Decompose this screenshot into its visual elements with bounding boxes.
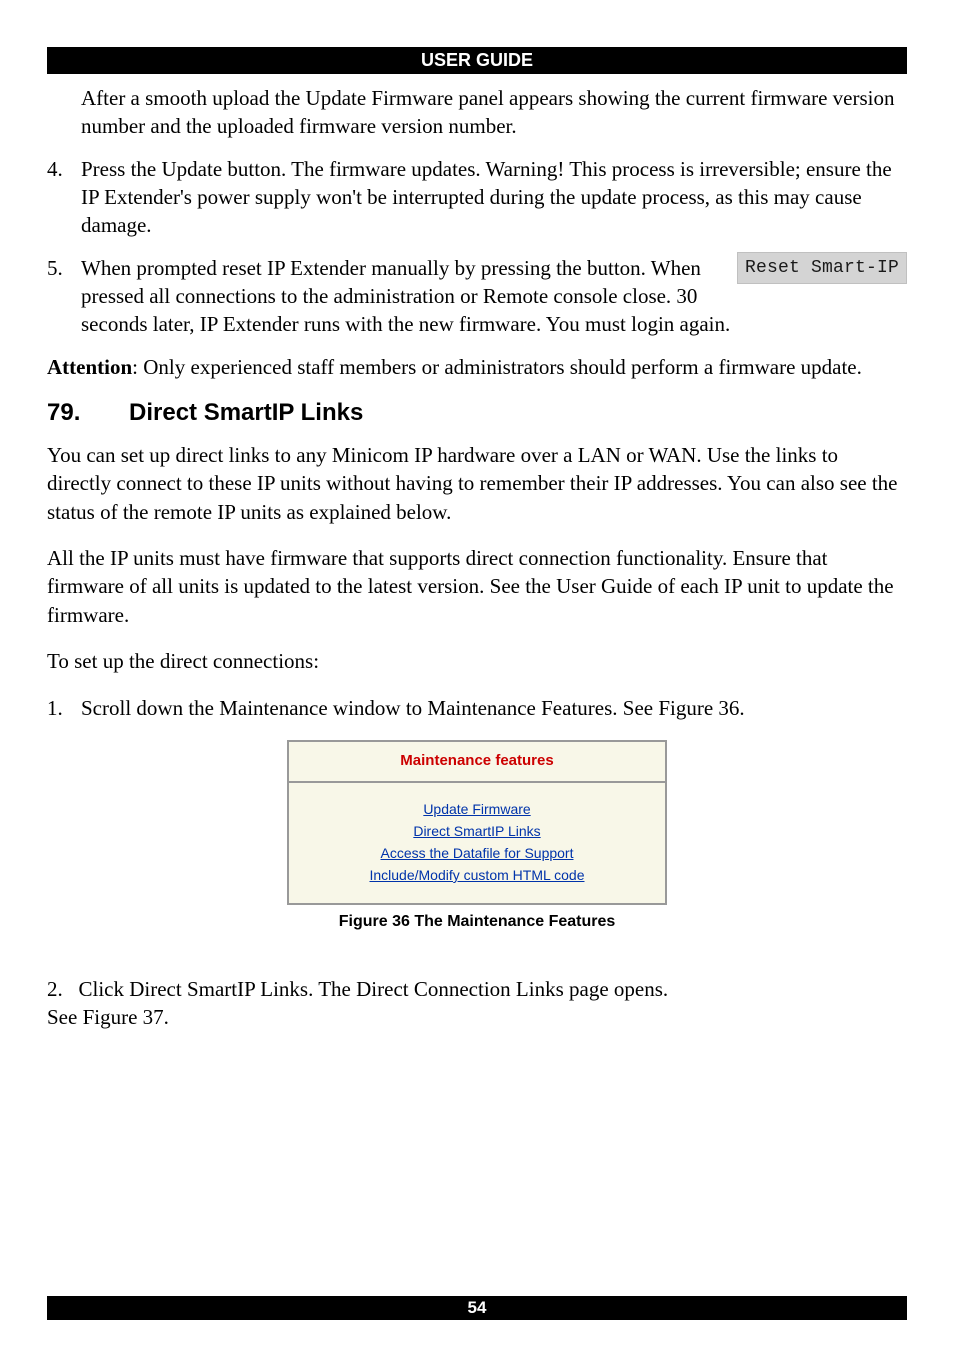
link-include-modify-html[interactable]: Include/Modify custom HTML code bbox=[289, 867, 665, 883]
direct-links-intro-2: All the IP units must have firmware that… bbox=[47, 544, 907, 629]
direct-links-intro-1: You can set up direct links to any Minic… bbox=[47, 441, 907, 526]
step-4-number: 4. bbox=[47, 155, 81, 240]
maintenance-features-box: Maintenance features Update Firmware Dir… bbox=[287, 740, 667, 905]
step-5-number: 5. bbox=[47, 254, 81, 339]
header-title: USER GUIDE bbox=[421, 50, 533, 70]
figure-36: Maintenance features Update Firmware Dir… bbox=[287, 740, 667, 931]
step-5-before: When prompted reset IP Extender manually… bbox=[81, 256, 587, 280]
reset-smart-ip-button[interactable]: Reset Smart-IP bbox=[737, 252, 907, 284]
direct-step-1-number: 1. bbox=[47, 694, 81, 722]
direct-step-2: 2. Click Direct SmartIP Links. The Direc… bbox=[47, 975, 907, 1032]
footer-bar: 54 bbox=[47, 1296, 907, 1320]
direct-step-2-number: 2. bbox=[47, 977, 63, 1001]
upload-result-paragraph: After a smooth upload the Update Firmwar… bbox=[81, 84, 907, 141]
link-direct-smartip-links[interactable]: Direct SmartIP Links bbox=[289, 823, 665, 839]
link-access-datafile[interactable]: Access the Datafile for Support bbox=[289, 845, 665, 861]
step-4: 4. Press the Update button. The firmware… bbox=[47, 155, 907, 240]
direct-step-1-text: Scroll down the Maintenance window to Ma… bbox=[81, 694, 907, 722]
link-update-firmware[interactable]: Update Firmware bbox=[289, 801, 665, 817]
section-number: 79. bbox=[47, 399, 129, 427]
section-title: Direct SmartIP Links bbox=[129, 399, 363, 427]
page-content: After a smooth upload the Update Firmwar… bbox=[47, 84, 907, 1032]
page-number: 54 bbox=[468, 1298, 487, 1317]
section-heading: 79. Direct SmartIP Links bbox=[47, 399, 907, 427]
direct-step-2-text-2: See Figure 37. bbox=[47, 1005, 169, 1029]
header-bar: USER GUIDE bbox=[47, 47, 907, 74]
direct-links-setup-intro: To set up the direct connections: bbox=[47, 647, 907, 675]
maintenance-features-body: Update Firmware Direct SmartIP Links Acc… bbox=[289, 783, 665, 903]
step-5-text: Reset Smart-IP When prompted reset IP Ex… bbox=[81, 254, 907, 339]
attention-text: : Only experienced staff members or admi… bbox=[132, 355, 862, 379]
step-5: 5. Reset Smart-IP When prompted reset IP… bbox=[47, 254, 907, 339]
figure-36-caption: Figure 36 The Maintenance Features bbox=[287, 913, 667, 931]
step-4-text: Press the Update button. The firmware up… bbox=[81, 155, 907, 240]
direct-step-1: 1. Scroll down the Maintenance window to… bbox=[47, 694, 907, 722]
maintenance-features-header: Maintenance features bbox=[289, 742, 665, 783]
attention-paragraph: Attention: Only experienced staff member… bbox=[47, 353, 907, 381]
direct-step-2-text-1: Click Direct SmartIP Links. The Direct C… bbox=[79, 977, 669, 1001]
attention-label: Attention bbox=[47, 355, 132, 379]
